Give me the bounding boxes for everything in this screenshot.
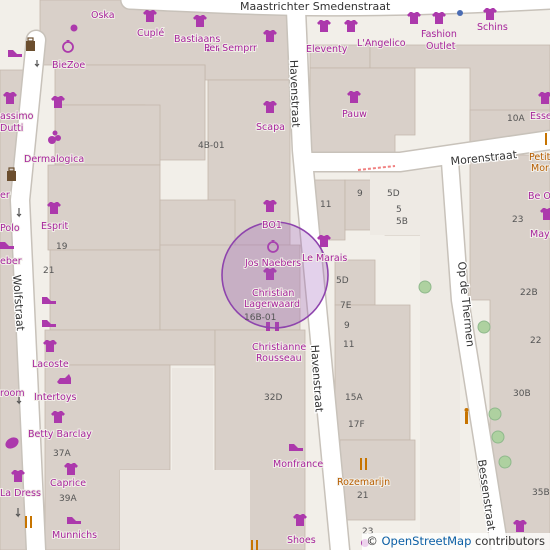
house-number: 9 bbox=[344, 321, 350, 331]
map-view[interactable]: Maastrichter Smedenstraat Havenstraat Ha… bbox=[0, 0, 550, 550]
label-er: er bbox=[0, 190, 10, 201]
label-schins: Schins bbox=[477, 22, 508, 33]
label-room: room bbox=[0, 388, 25, 399]
house-number: 5B bbox=[396, 217, 408, 227]
label-petite: Petit bbox=[529, 152, 550, 163]
house-number: 37A bbox=[53, 449, 71, 459]
label-lacoste: Lacoste bbox=[32, 359, 69, 370]
house-number: 30B bbox=[513, 389, 531, 399]
house-number: 7E bbox=[340, 301, 352, 311]
label-shoes: Shoes bbox=[287, 535, 316, 546]
label-scapa: Scapa bbox=[256, 122, 285, 133]
house-number: 5D bbox=[336, 276, 349, 286]
label-langelico: L'Angelico bbox=[357, 38, 406, 49]
map-canvas[interactable]: Maastrichter Smedenstraat Havenstraat Ha… bbox=[0, 0, 550, 550]
label-pauw: Pauw bbox=[342, 109, 367, 120]
house-number: 4B-01 bbox=[198, 141, 225, 151]
label-le-marais: Le Marais bbox=[302, 253, 347, 264]
label-oska: Oska bbox=[91, 10, 115, 21]
street-havenstraat-top: Havenstraat bbox=[287, 60, 302, 129]
label-rousseau: Rousseau bbox=[256, 353, 302, 364]
info-dot-icon bbox=[457, 10, 463, 16]
label-be-or: Be Or bbox=[528, 191, 550, 202]
house-number: 22B bbox=[520, 288, 538, 298]
label-outlet: Outlet bbox=[426, 41, 456, 52]
statue-icon bbox=[464, 408, 469, 424]
attribution-prefix: © bbox=[366, 534, 382, 548]
house-number: 11 bbox=[320, 200, 331, 210]
house-number: 32D bbox=[264, 393, 282, 403]
map-attribution: © OpenStreetMap contributors bbox=[362, 533, 550, 550]
house-number: 22 bbox=[530, 336, 541, 346]
label-per-semprr: Per Semprr bbox=[204, 43, 257, 54]
label-dutti: Dutti bbox=[0, 123, 23, 134]
label-fashion: Fashion bbox=[421, 29, 457, 40]
openstreetmap-link[interactable]: OpenStreetMap bbox=[381, 534, 471, 548]
house-number: 23 bbox=[512, 215, 523, 225]
house-number: 10A bbox=[507, 114, 525, 124]
label-monfrance: Monfrance bbox=[273, 459, 323, 470]
label-caprice: Caprice bbox=[50, 478, 86, 489]
label-munnichs: Munnichs bbox=[52, 530, 97, 541]
house-number: 9 bbox=[357, 189, 363, 199]
house-number: 5D bbox=[387, 189, 400, 199]
label-christian: Christian bbox=[252, 288, 294, 299]
label-mor: Mor bbox=[531, 163, 549, 174]
house-number: 39A bbox=[59, 494, 77, 504]
house-number: 5 bbox=[396, 205, 402, 215]
label-la-dress: La Dress bbox=[0, 488, 41, 499]
label-eleventy: Eleventy bbox=[306, 44, 348, 55]
label-intertoys: Intertoys bbox=[34, 392, 76, 403]
label-assimo: assimo bbox=[0, 111, 34, 122]
house-number: 19 bbox=[56, 242, 68, 252]
label-esse: Esse bbox=[530, 111, 550, 122]
house-number: 21 bbox=[357, 491, 368, 501]
house-number: 21 bbox=[43, 266, 54, 276]
street-maastrichter: Maastrichter Smedenstraat bbox=[240, 0, 391, 13]
attribution-suffix: contributors bbox=[471, 534, 545, 548]
house-number: 15A bbox=[345, 393, 363, 403]
label-betty-barclay: Betty Barclay bbox=[28, 429, 92, 440]
label-christianne: Christianne bbox=[252, 342, 306, 353]
house-number: 17F bbox=[348, 420, 365, 430]
shop-dot-icon bbox=[70, 24, 78, 32]
house-number: 16B-01 bbox=[244, 313, 276, 323]
label-lagerwaard: Lagerwaard bbox=[244, 299, 300, 310]
label-jos-naebers: Jos Naebers bbox=[244, 258, 301, 269]
label-cuple: Cuplé bbox=[137, 28, 164, 39]
house-number: 35B bbox=[532, 488, 550, 498]
house-number: 11 bbox=[343, 340, 354, 350]
label-maym: Mayr bbox=[530, 229, 550, 240]
label-polo: Polo bbox=[0, 223, 20, 234]
label-aeber: eber bbox=[0, 256, 22, 267]
label-dermalogica: Dermalogica bbox=[24, 154, 84, 165]
label-bo1: BO1 bbox=[262, 220, 282, 231]
label-esprit: Esprit bbox=[41, 221, 69, 232]
label-rozemarijn: Rozemarijn bbox=[337, 477, 390, 488]
label-biezoe: BieZoe bbox=[52, 60, 85, 71]
